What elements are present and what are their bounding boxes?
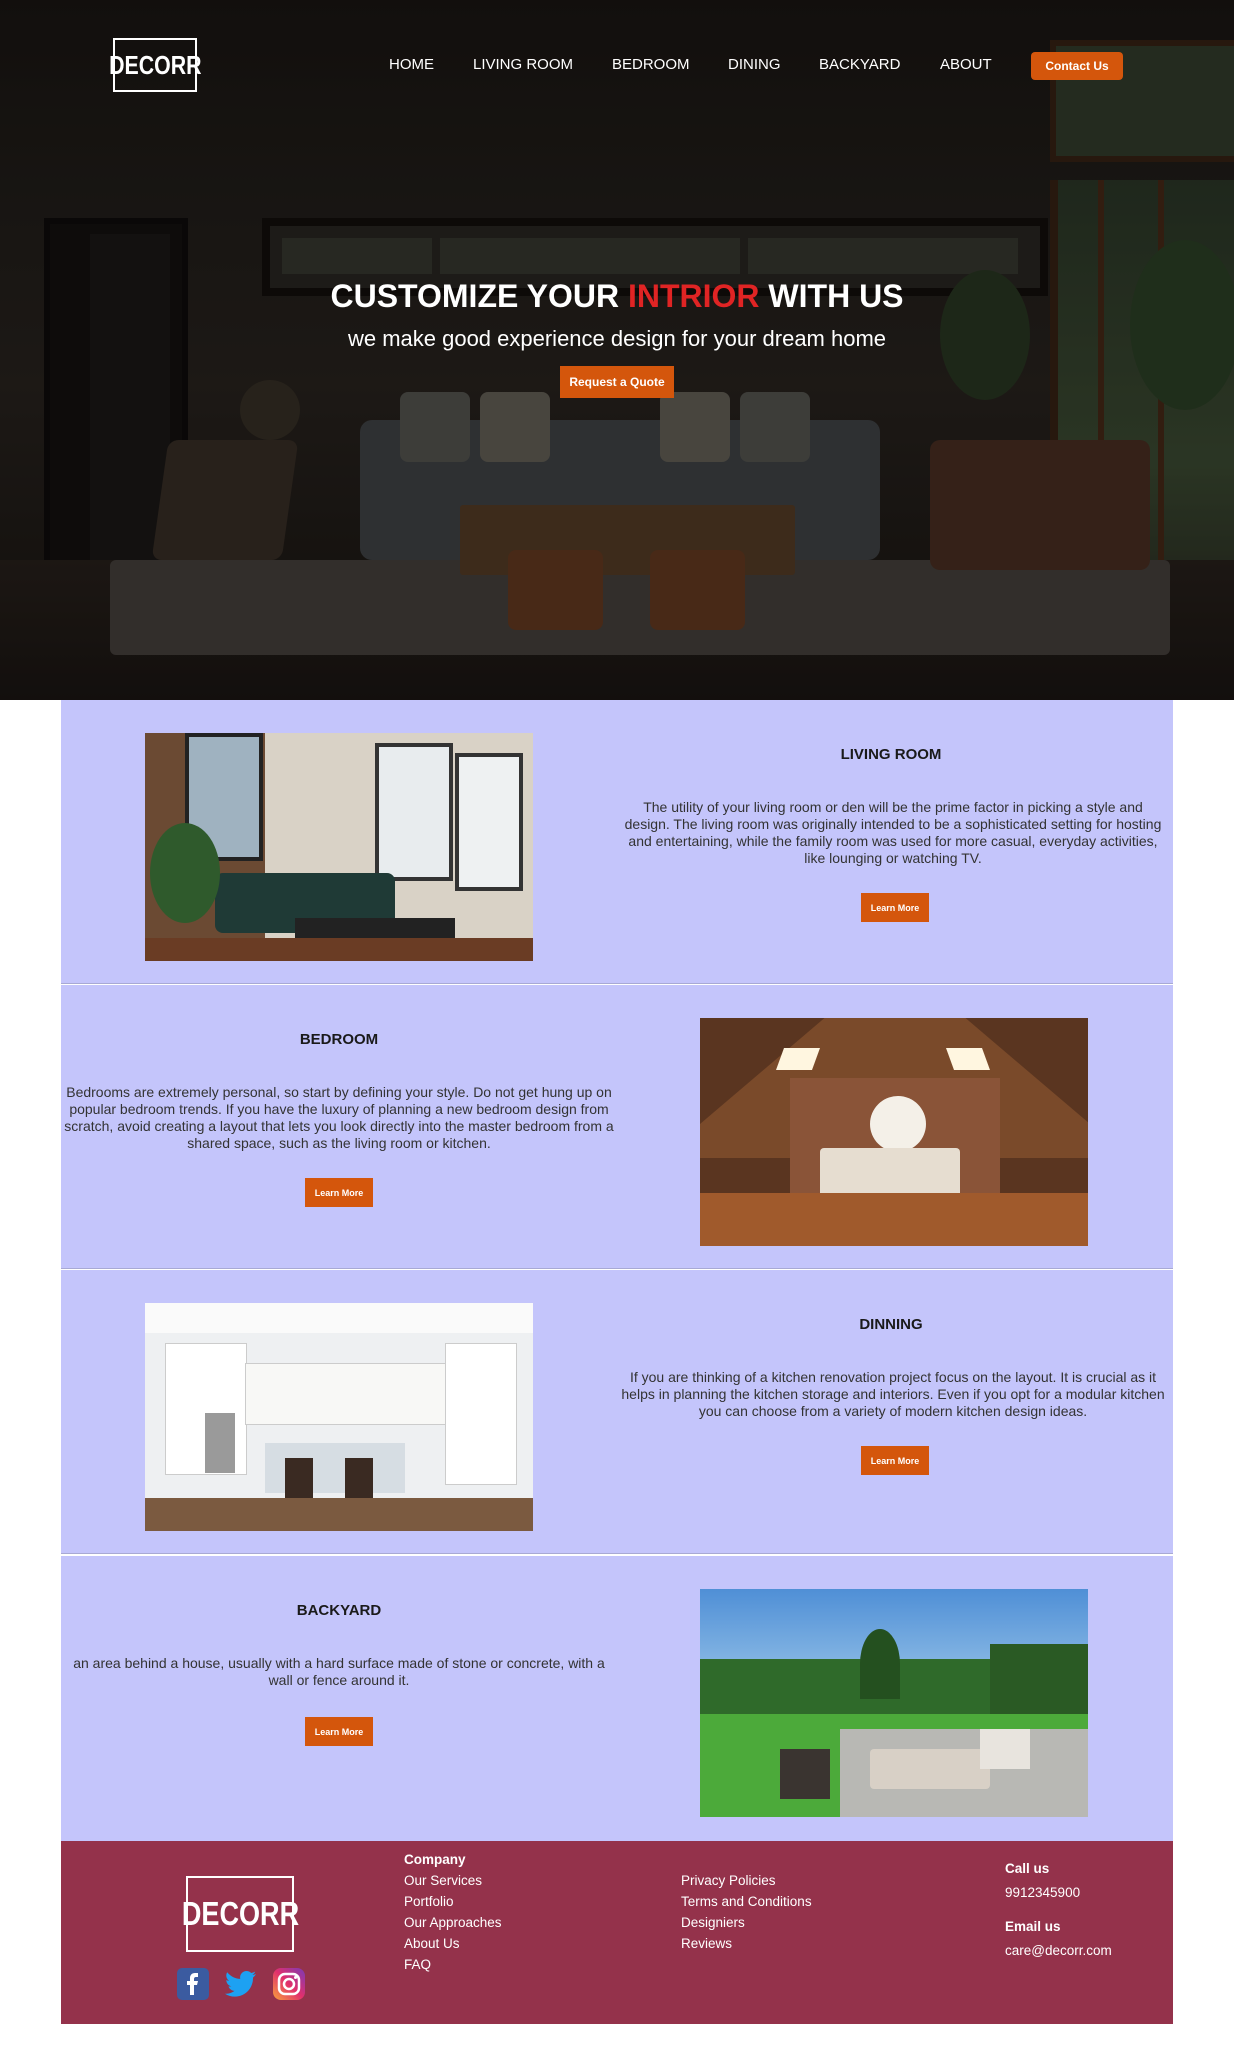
- instagram-icon[interactable]: [272, 1967, 306, 2001]
- bedroom-image: [700, 1018, 1088, 1246]
- facebook-icon[interactable]: [176, 1967, 210, 2001]
- footer-link-designiers[interactable]: Designiers: [681, 1912, 812, 1933]
- header-logo[interactable]: DECORR: [109, 38, 201, 92]
- footer-logo[interactable]: DECORR: [181, 1876, 299, 1952]
- backyard-learn-more-button[interactable]: Learn More: [305, 1717, 373, 1746]
- footer-link-portfolio[interactable]: Portfolio: [404, 1891, 502, 1912]
- hero-title-accent: INTRIOR: [627, 278, 760, 314]
- nav-living-room[interactable]: LIVING ROOM: [473, 56, 573, 73]
- footer-legal-column: Privacy Policies Terms and Conditions De…: [681, 1870, 812, 1954]
- logo-text: DECORR: [108, 49, 202, 80]
- bedroom-learn-more-button[interactable]: Learn More: [305, 1178, 373, 1207]
- living-room-text: The utility of your living room or den w…: [624, 799, 1162, 866]
- footer-link-reviews[interactable]: Reviews: [681, 1933, 812, 1954]
- twitter-icon[interactable]: [224, 1967, 258, 2001]
- footer-link-about-us[interactable]: About Us: [404, 1933, 502, 1954]
- footer-call-heading: Call us: [1005, 1861, 1050, 1876]
- bedroom-text: Bedrooms are extremely personal, so star…: [64, 1084, 614, 1151]
- footer-link-our-approaches[interactable]: Our Approaches: [404, 1912, 502, 1933]
- footer-email-heading: Email us: [1005, 1919, 1061, 1934]
- request-quote-button[interactable]: Request a Quote: [560, 366, 674, 398]
- bedroom-section: BEDROOM Bedrooms are extremely personal,…: [61, 985, 1173, 1269]
- backyard-section: BACKYARD an area behind a house, usually…: [61, 1556, 1173, 1841]
- footer-link-our-services[interactable]: Our Services: [404, 1870, 502, 1891]
- contact-us-button[interactable]: Contact Us: [1031, 52, 1123, 80]
- backyard-title: BACKYARD: [296, 1602, 382, 1619]
- footer-company-heading: Company: [404, 1852, 466, 1867]
- nav-dining[interactable]: DINING: [728, 56, 781, 73]
- site-footer: DECORR Company Our Services Portfolio Ou…: [61, 1841, 1173, 2024]
- bedroom-title: BEDROOM: [299, 1031, 379, 1048]
- dinning-section: DINNING If you are thinking of a kitchen…: [61, 1270, 1173, 1554]
- footer-logo-text: DECORR: [181, 1895, 299, 1932]
- footer-contact-column: Call us 9912345900 Email us care@decorr.…: [1005, 1858, 1112, 1961]
- dinning-title: DINNING: [859, 1316, 923, 1333]
- hero-title-part2: WITH US: [759, 278, 904, 314]
- living-room-title: LIVING ROOM: [840, 746, 942, 763]
- backyard-image: [700, 1589, 1088, 1817]
- nav-backyard[interactable]: BACKYARD: [819, 56, 900, 73]
- living-room-section: LIVING ROOM The utility of your living r…: [61, 700, 1173, 984]
- nav-about[interactable]: ABOUT: [940, 56, 992, 73]
- footer-phone[interactable]: 9912345900: [1005, 1882, 1112, 1916]
- living-room-learn-more-button[interactable]: Learn More: [861, 893, 929, 922]
- dinning-learn-more-button[interactable]: Learn More: [861, 1446, 929, 1475]
- footer-link-terms[interactable]: Terms and Conditions: [681, 1891, 812, 1912]
- footer-link-faq[interactable]: FAQ: [404, 1954, 502, 1975]
- living-room-image: [145, 733, 533, 961]
- dinning-text: If you are thinking of a kitchen renovat…: [621, 1369, 1165, 1419]
- dinning-image: [145, 1303, 533, 1531]
- hero-subtitle: we make good experience design for your …: [347, 326, 887, 351]
- nav-bedroom[interactable]: BEDROOM: [612, 56, 690, 73]
- footer-email[interactable]: care@decorr.com: [1005, 1940, 1112, 1961]
- nav-home[interactable]: HOME: [389, 56, 434, 73]
- footer-company-column: Company Our Services Portfolio Our Appro…: [404, 1849, 502, 1975]
- hero-title: CUSTOMIZE YOUR INTRIOR WITH US: [0, 278, 1234, 315]
- footer-link-privacy-policies[interactable]: Privacy Policies: [681, 1870, 812, 1891]
- backyard-text: an area behind a house, usually with a h…: [73, 1655, 605, 1688]
- hero-title-part1: CUSTOMIZE YOUR: [330, 278, 628, 314]
